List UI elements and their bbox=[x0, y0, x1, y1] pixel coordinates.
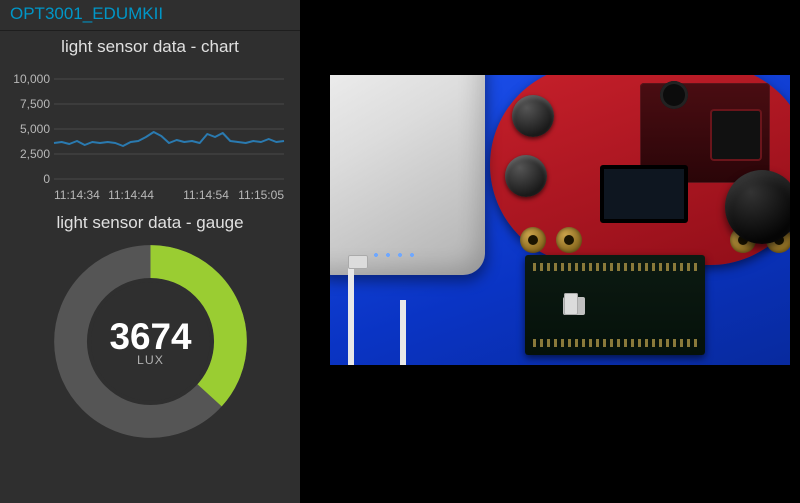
gauge-unit-text: LUX bbox=[137, 353, 164, 367]
gauge-wrap: 3674 LUX bbox=[6, 239, 294, 444]
light-gauge-panel: light sensor data - gauge 3674 LUX bbox=[0, 209, 300, 444]
svg-text:11:14:54: 11:14:54 bbox=[183, 188, 229, 202]
push-button-icon bbox=[512, 95, 554, 137]
svg-text:11:14:34: 11:14:34 bbox=[54, 188, 100, 202]
standoff-icon bbox=[520, 227, 546, 253]
svg-text:2,500: 2,500 bbox=[20, 147, 50, 161]
power-bank bbox=[330, 75, 485, 275]
chart-grid bbox=[54, 79, 284, 179]
chart-y-axis-labels: 10,000 7,500 5,000 2,500 0 bbox=[13, 72, 50, 186]
chart-x-axis-labels: 11:14:34 11:14:44 11:14:54 11:15:05 bbox=[54, 188, 284, 202]
camera-feed-area bbox=[300, 0, 800, 503]
light-sensor-line-chart[interactable]: 10,000 7,500 5,000 2,500 0 11:14:34 11:1… bbox=[6, 59, 294, 209]
gauge-value-text: 3674 bbox=[109, 316, 192, 357]
buzzer-icon bbox=[660, 81, 688, 109]
hardware-photo bbox=[330, 75, 790, 365]
page-title: OPT3001_EDUMKII bbox=[0, 0, 300, 31]
svg-text:11:14:44: 11:14:44 bbox=[108, 188, 154, 202]
lcd-screen bbox=[600, 165, 688, 223]
light-chart-panel: light sensor data - chart 10,000 7,500 5… bbox=[0, 31, 300, 209]
usb-cable-icon bbox=[348, 265, 404, 365]
usb-cable-icon bbox=[400, 300, 576, 365]
standoff-icon bbox=[556, 227, 582, 253]
svg-text:7,500: 7,500 bbox=[20, 97, 50, 111]
dashboard-sidebar: OPT3001_EDUMKII light sensor data - char… bbox=[0, 0, 300, 503]
joystick-icon bbox=[725, 170, 790, 244]
svg-text:5,000: 5,000 bbox=[20, 122, 50, 136]
chart-series-lux bbox=[54, 132, 284, 146]
app-root: OPT3001_EDUMKII light sensor data - char… bbox=[0, 0, 800, 503]
svg-text:11:15:05: 11:15:05 bbox=[238, 188, 284, 202]
svg-text:10,000: 10,000 bbox=[13, 72, 50, 86]
usb-plug-icon bbox=[348, 255, 368, 269]
svg-text:0: 0 bbox=[43, 172, 50, 186]
usb-plug-icon bbox=[564, 293, 578, 315]
chart-title: light sensor data - chart bbox=[6, 37, 294, 57]
gauge-title: light sensor data - gauge bbox=[6, 213, 294, 233]
light-sensor-gauge[interactable]: 3674 LUX bbox=[48, 239, 253, 444]
push-button-icon bbox=[505, 155, 547, 197]
